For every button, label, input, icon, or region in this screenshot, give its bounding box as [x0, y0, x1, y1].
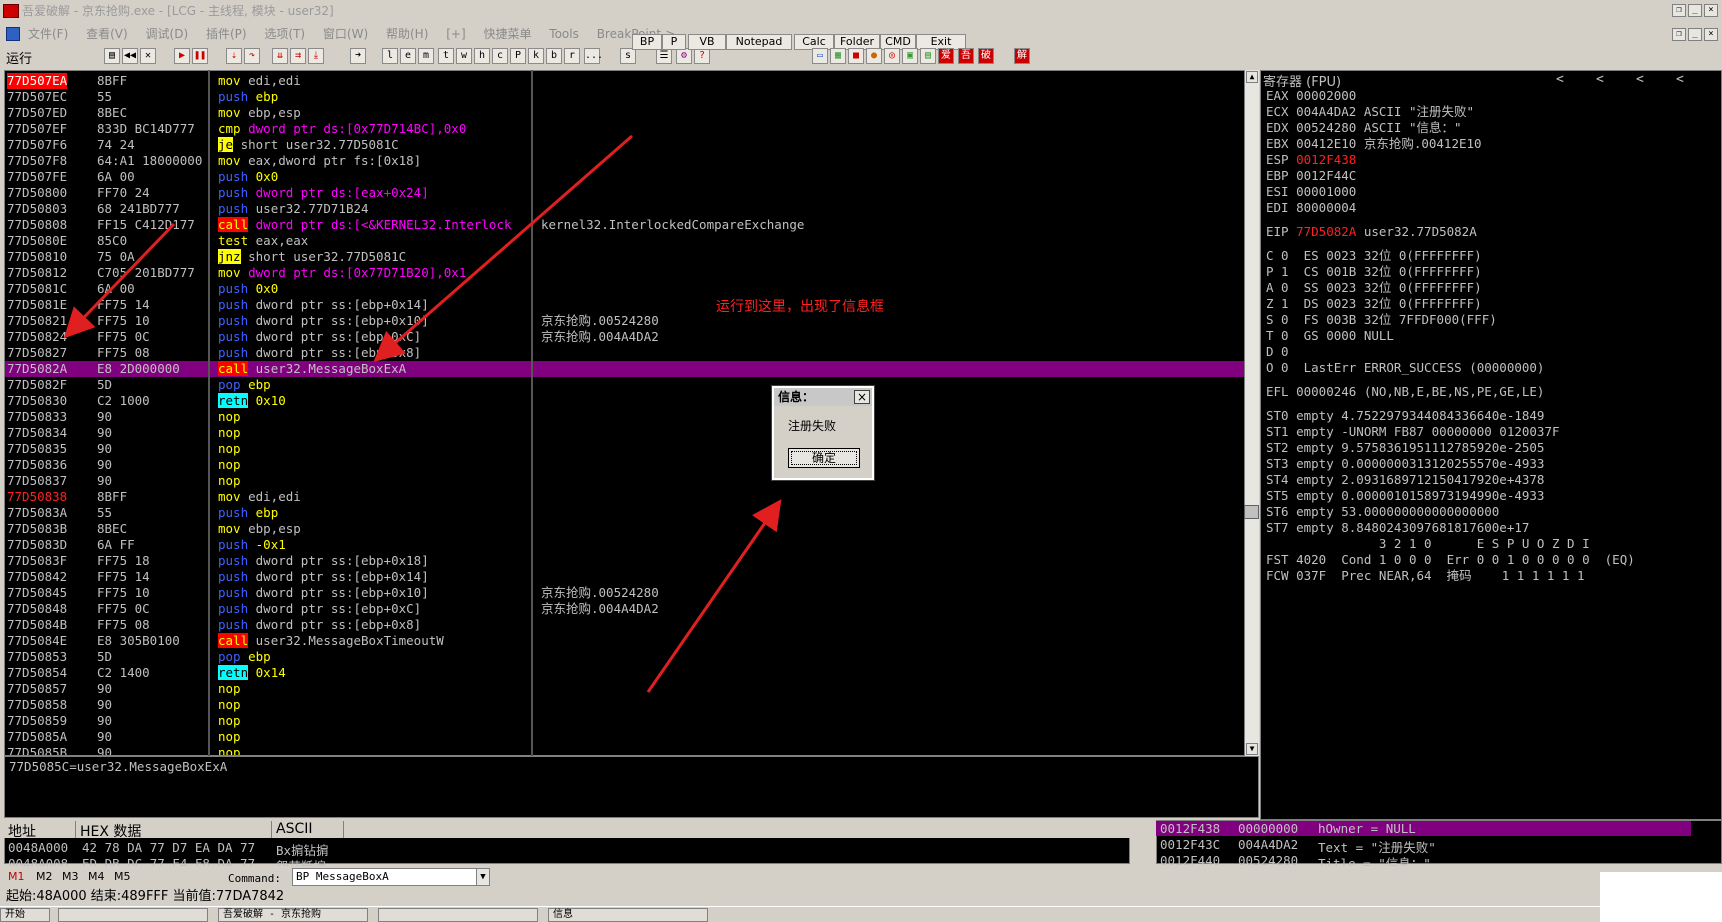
- arrow-to-address: [63, 222, 176, 339]
- arrow-to-dialog: [646, 499, 782, 693]
- annotation-text: 运行到这里，出现了信息框: [716, 299, 884, 315]
- message-dialog: 信息： × 注册失败 确定: [771, 385, 875, 481]
- arrow-to-call: [373, 134, 633, 362]
- dialog-message: 注册失败: [788, 419, 837, 433]
- ok-button[interactable]: 确定: [788, 448, 860, 468]
- debugger-window: { "window": { "title": "吾爱破解 - 京东抢购.exe …: [0, 0, 1722, 922]
- close-icon[interactable]: ×: [854, 390, 870, 404]
